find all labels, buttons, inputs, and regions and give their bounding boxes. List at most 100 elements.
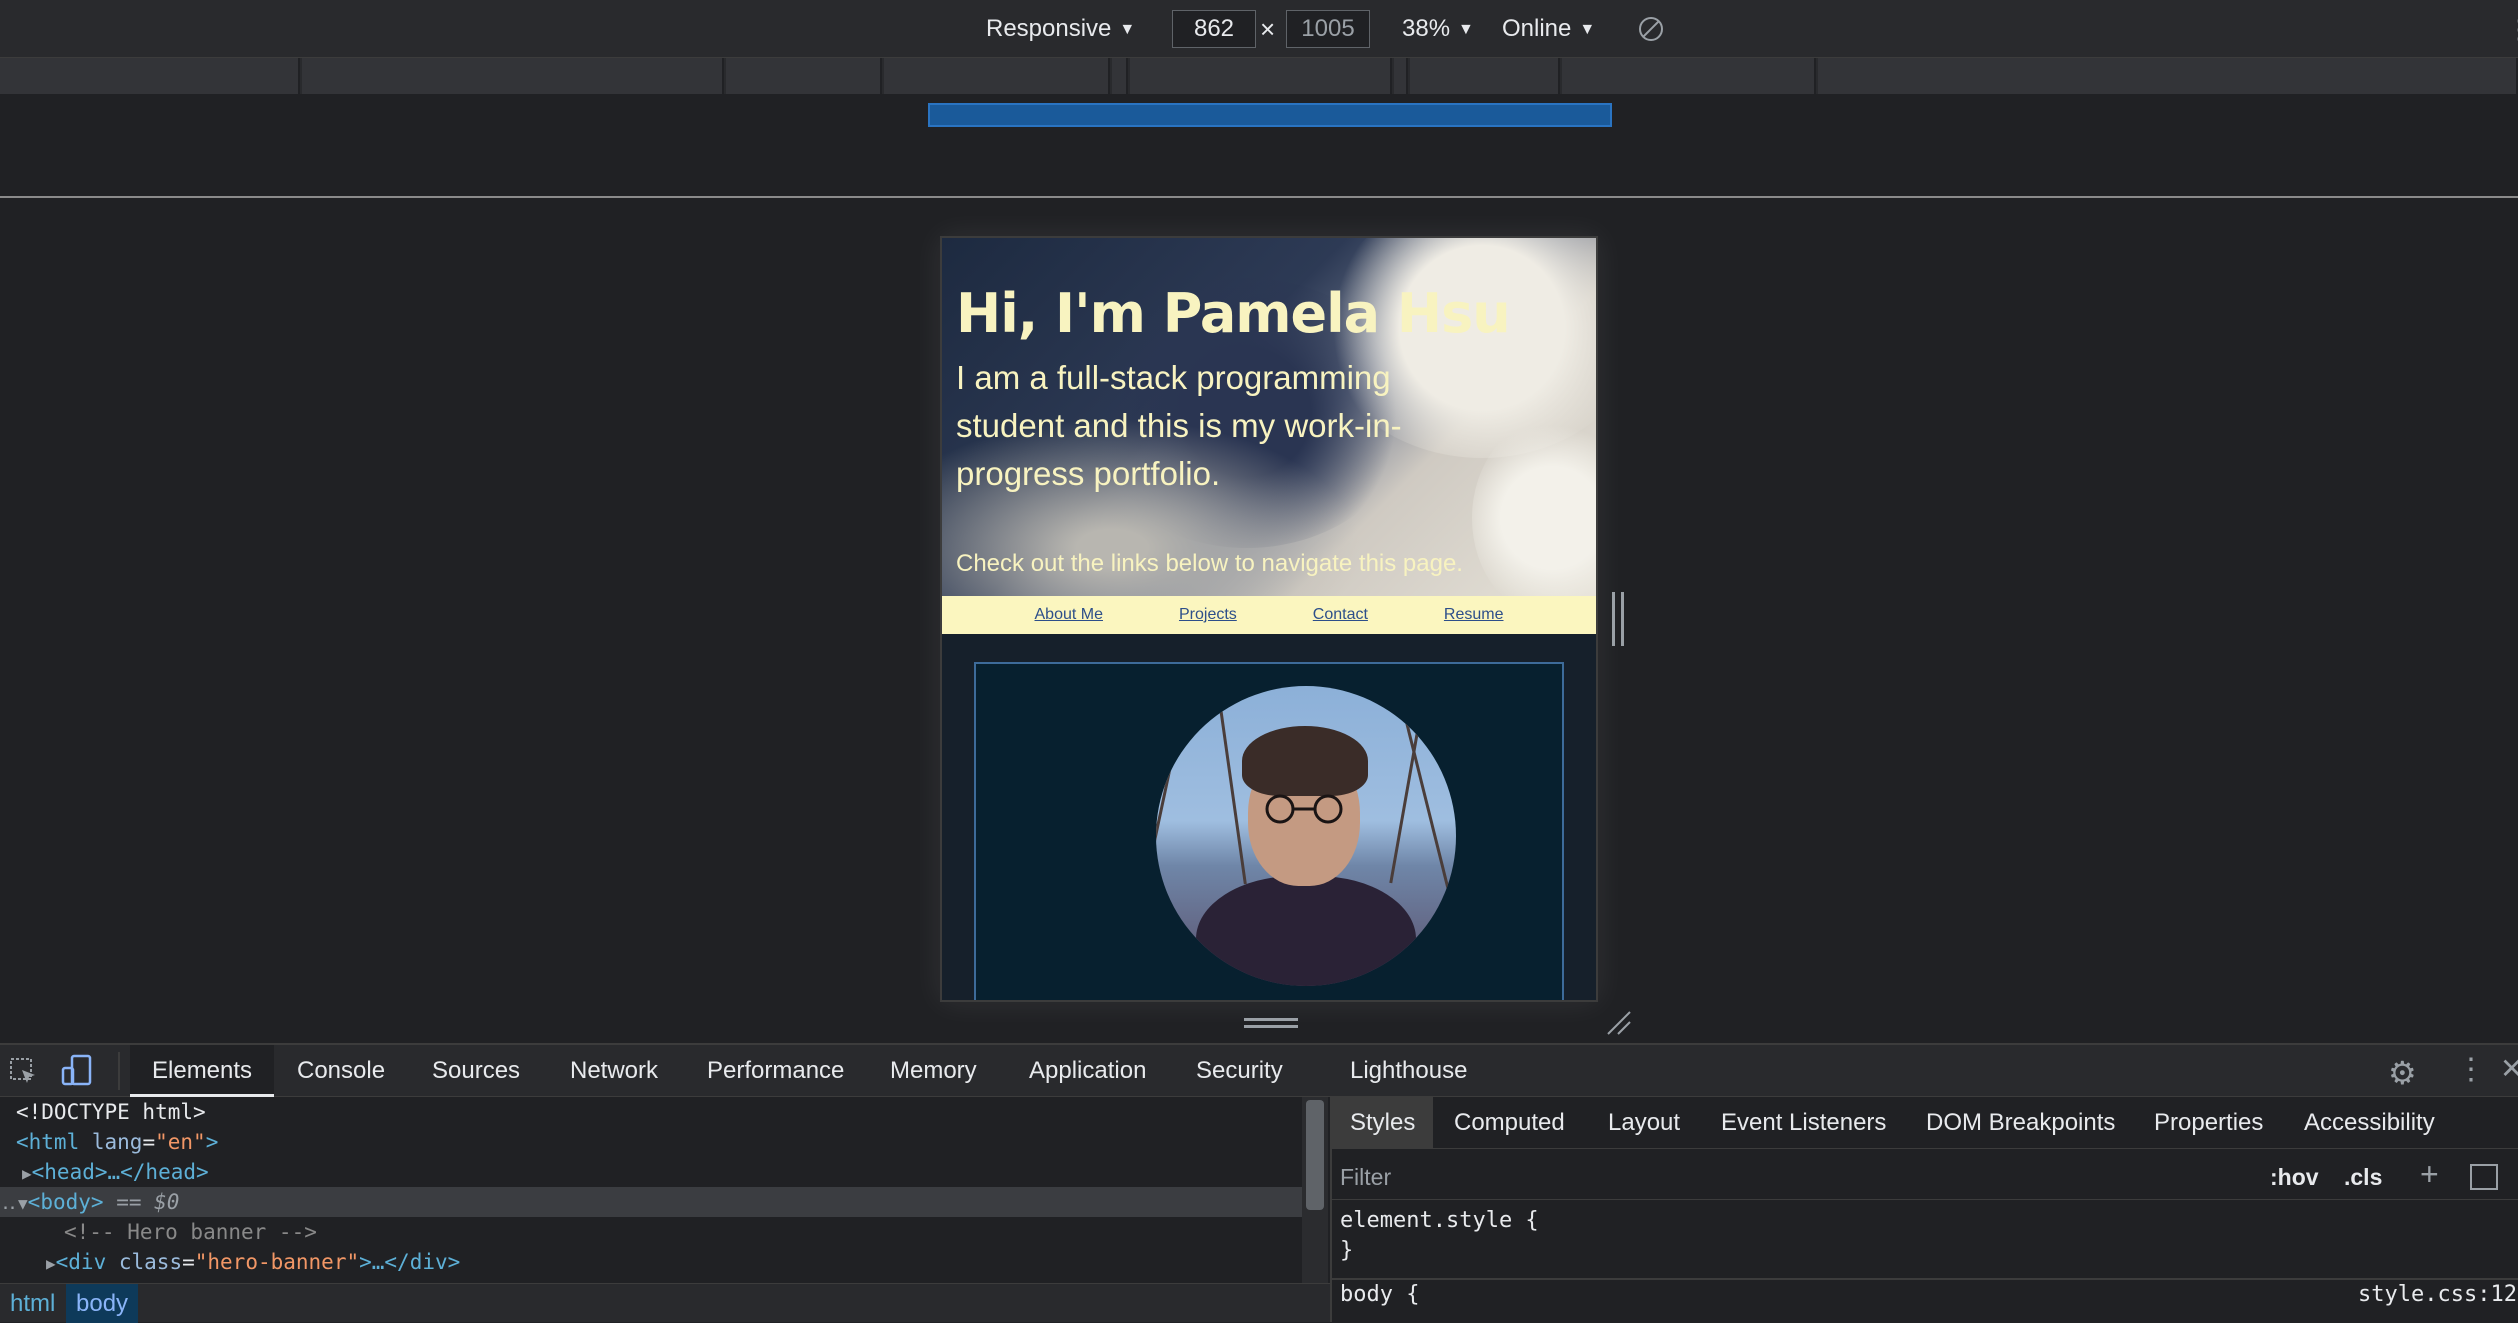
- rule-divider: [1332, 1278, 2518, 1280]
- device-toolbar: [0, 0, 2518, 58]
- resize-corner-icon[interactable]: [1606, 1010, 1632, 1036]
- head-tag: <head>…</head>: [31, 1160, 209, 1184]
- tab-layout[interactable]: Layout: [1590, 1097, 1698, 1149]
- selected-marker: == $0: [116, 1190, 180, 1214]
- close-icon[interactable]: ✕: [2500, 1052, 2518, 1085]
- div-attr-value: "hero-banner": [194, 1250, 360, 1274]
- element-style-selector[interactable]: element.style {: [1340, 1208, 1539, 1233]
- height-input[interactable]: 1005: [1286, 10, 1370, 48]
- expand-arrow-icon[interactable]: ▶: [46, 1254, 56, 1273]
- tab-lighthouse[interactable]: Lighthouse: [1328, 1045, 1489, 1097]
- hero-cta: Check out the links below to navigate th…: [956, 550, 1463, 577]
- photo-branch: [1156, 686, 1189, 902]
- nav-link-resume[interactable]: Resume: [1444, 606, 1504, 624]
- div-attr-name: class: [118, 1250, 183, 1274]
- tab-memory[interactable]: Memory: [868, 1045, 999, 1097]
- tree-line-html[interactable]: <html lang="en">: [0, 1127, 1302, 1157]
- tab-console[interactable]: Console: [275, 1045, 407, 1097]
- hero-banner: Hi, I'm Pamela Hsu I am a full-stack pro…: [942, 238, 1596, 596]
- inspect-element-icon[interactable]: [8, 1056, 38, 1086]
- tab-network[interactable]: Network: [548, 1045, 680, 1097]
- tab-elements[interactable]: Elements: [130, 1045, 275, 1097]
- throttling-selector[interactable]: Online ▼: [1502, 12, 1595, 46]
- tree-line-body-selected[interactable]: ‥ ▼<body> == $0: [0, 1187, 1302, 1217]
- new-rule-icon[interactable]: +: [2420, 1156, 2439, 1193]
- tab-accessibility[interactable]: Accessibility: [2286, 1097, 2453, 1149]
- width-input[interactable]: 862: [1172, 10, 1256, 48]
- html-attr-name: lang: [91, 1130, 143, 1154]
- tree-line-hero-div[interactable]: ▶<div class="hero-banner">…</div>: [0, 1247, 1302, 1277]
- photo-scarf: [1196, 876, 1416, 986]
- hover-state-toggle[interactable]: :hov: [2270, 1160, 2319, 1194]
- collapse-arrow-icon[interactable]: ▼: [18, 1194, 28, 1213]
- tab-divider: [118, 1052, 120, 1090]
- tree-line-head[interactable]: ▶<head>…</head>: [0, 1157, 1302, 1187]
- class-toggle[interactable]: .cls: [2344, 1160, 2382, 1194]
- source-link[interactable]: style.css:12: [2358, 1282, 2517, 1307]
- tab-sources[interactable]: Sources: [410, 1045, 542, 1097]
- tree-line-doctype[interactable]: <!DOCTYPE html>: [0, 1097, 1302, 1127]
- div-tag: <div: [55, 1250, 107, 1274]
- body-rule-selector[interactable]: body {: [1340, 1282, 1419, 1307]
- ruler-divider: [0, 196, 2518, 198]
- html-tag-close: >: [205, 1130, 219, 1154]
- tab-styles[interactable]: Styles: [1332, 1097, 1434, 1149]
- html-tag: <html: [16, 1130, 80, 1154]
- expand-arrow-icon[interactable]: ▶: [22, 1164, 32, 1183]
- tab-performance[interactable]: Performance: [685, 1045, 866, 1097]
- element-style-close: }: [1340, 1238, 1354, 1263]
- more-options-icon[interactable]: ⋮: [2506, 14, 2518, 45]
- breadcrumb-body[interactable]: body: [66, 1284, 139, 1323]
- resize-handle-bottom[interactable]: [1244, 1018, 1298, 1028]
- settings-gear-icon[interactable]: ⚙: [2388, 1054, 2417, 1092]
- elements-tree: <!DOCTYPE html> <html lang="en"> ▶<head>…: [0, 1097, 1302, 1283]
- tree-line-comment[interactable]: <!-- Hero banner -->: [0, 1217, 1302, 1247]
- media-query-segment[interactable]: [0, 58, 300, 94]
- page-nav: About Me Projects Contact Resume: [942, 596, 1596, 634]
- ellipsis-icon[interactable]: ‥: [2, 1190, 16, 1214]
- styles-filter-input[interactable]: [1340, 1160, 2240, 1194]
- tree-scrollbar-thumb[interactable]: [1306, 1100, 1324, 1210]
- hero-intro: I am a full-stack programming student an…: [956, 359, 1402, 492]
- device-selector[interactable]: Responsive ▼: [986, 12, 1135, 46]
- nav-link-about[interactable]: About Me: [1035, 606, 1103, 624]
- resize-handle-right[interactable]: [1612, 592, 1624, 646]
- profile-photo: [1156, 686, 1456, 986]
- doctype-text: <!DOCTYPE html>: [16, 1100, 206, 1124]
- body-tag: <body>: [27, 1190, 104, 1214]
- photo-glasses: [1265, 794, 1343, 824]
- zoom-selector[interactable]: 38% ▼: [1402, 12, 1474, 46]
- tab-computed[interactable]: Computed: [1436, 1097, 1583, 1149]
- tab-event-listeners[interactable]: Event Listeners: [1703, 1097, 1904, 1149]
- times-symbol: ×: [1260, 14, 1276, 44]
- active-breakpoint-bar[interactable]: [928, 103, 1612, 127]
- tab-security[interactable]: Security: [1174, 1045, 1305, 1097]
- sidebar-toggle-icon[interactable]: [2470, 1164, 2498, 1190]
- html-comment: <!-- Hero banner -->: [64, 1220, 317, 1244]
- media-query-segment[interactable]: [1562, 58, 1816, 94]
- tab-dom-breakpoints[interactable]: DOM Breakpoints: [1908, 1097, 2133, 1149]
- breadcrumb: html body: [0, 1283, 1330, 1323]
- tab-properties[interactable]: Properties: [2136, 1097, 2281, 1149]
- media-query-segment[interactable]: [884, 58, 1110, 94]
- nav-link-contact[interactable]: Contact: [1313, 606, 1368, 624]
- media-query-segment[interactable]: [1410, 58, 1560, 94]
- breadcrumb-html[interactable]: html: [0, 1284, 65, 1323]
- hero-title: Hi, I'm Pamela Hsu: [956, 282, 1511, 345]
- device-toggle-icon[interactable]: [60, 1054, 94, 1088]
- nav-link-projects[interactable]: Projects: [1179, 606, 1237, 624]
- media-query-segment[interactable]: [1130, 58, 1392, 94]
- customize-menu-icon[interactable]: ⋮: [2456, 1052, 2486, 1087]
- tab-application[interactable]: Application: [1007, 1045, 1168, 1097]
- about-card: [974, 662, 1564, 1000]
- media-query-segment[interactable]: [726, 58, 882, 94]
- photo-hair: [1242, 726, 1368, 796]
- rotate-icon[interactable]: [1636, 14, 1666, 44]
- media-query-segment[interactable]: [302, 58, 724, 94]
- photo-branch: [1216, 686, 1247, 885]
- media-query-segment[interactable]: [1112, 58, 1128, 94]
- emulated-viewport: Hi, I'm Pamela Hsu I am a full-stack pro…: [940, 236, 1598, 1002]
- media-query-segment[interactable]: [1394, 58, 1408, 94]
- media-query-segment[interactable]: [1818, 58, 2518, 94]
- html-attr-value: "en": [155, 1130, 206, 1154]
